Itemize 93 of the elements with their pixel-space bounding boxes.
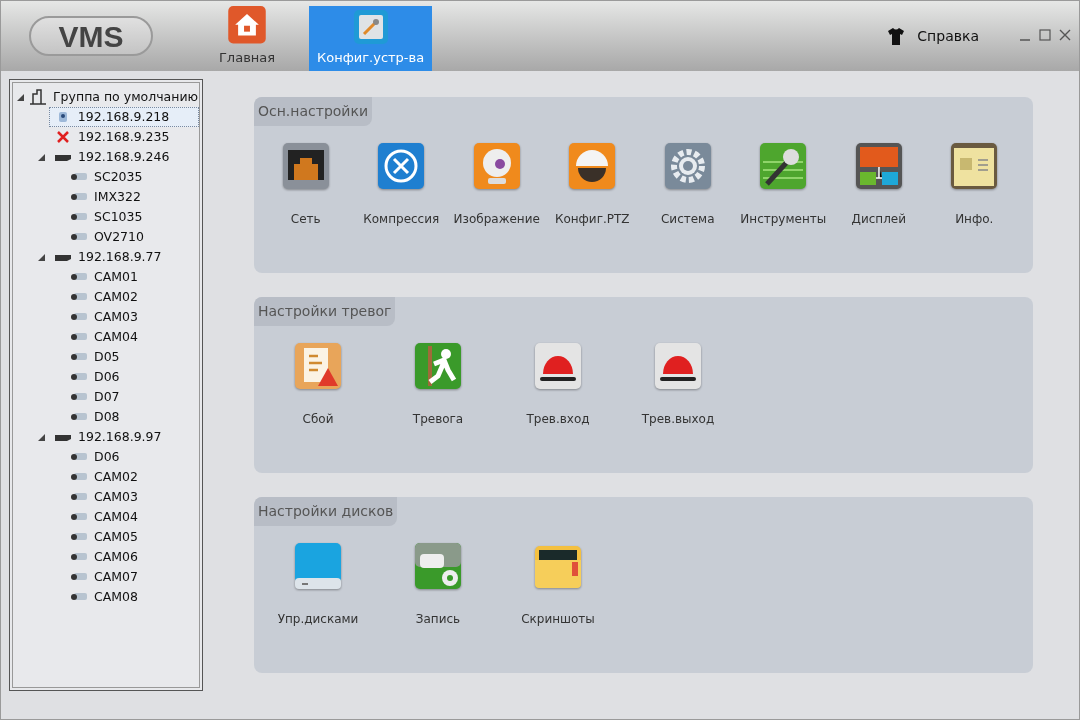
- settings-tile[interactable]: Скриншоты: [498, 542, 618, 628]
- tree-item[interactable]: OV2710: [65, 227, 149, 247]
- expander-icon[interactable]: [17, 93, 24, 101]
- dome-camera-icon: [568, 142, 617, 190]
- settings-tile[interactable]: Сбой: [258, 342, 378, 428]
- camera-icon: [71, 272, 87, 282]
- camera-icon: [71, 512, 87, 522]
- tree-item[interactable]: D06: [65, 367, 125, 387]
- tree-item[interactable]: SC2035: [65, 167, 148, 187]
- camera-icon: [71, 172, 87, 182]
- settings-tile[interactable]: Упр.дисками: [258, 542, 378, 628]
- webcam-icon: [472, 142, 521, 190]
- tree-item[interactable]: CAM08: [65, 587, 143, 607]
- tree-item[interactable]: CAM03: [65, 487, 143, 507]
- camera-icon: [71, 372, 87, 382]
- gear-icon: [663, 142, 712, 190]
- shirt-icon: [887, 27, 906, 45]
- building-icon: [29, 89, 47, 105]
- vms-logo: VMS: [29, 16, 153, 56]
- camera-icon: [71, 292, 87, 302]
- tree-item[interactable]: CAM02: [65, 287, 143, 307]
- settings-tile[interactable]: Конфиг.PTZ: [544, 142, 640, 228]
- camera-icon: [71, 492, 87, 502]
- tree-item[interactable]: D06: [65, 447, 125, 467]
- tree-item[interactable]: SC1035: [65, 207, 148, 227]
- tree-item[interactable]: 192.168.9.218: [48, 107, 199, 127]
- tree-item[interactable]: 192.168.9.246: [49, 147, 175, 167]
- close-icon[interactable]: [1059, 29, 1071, 41]
- tree-item[interactable]: 192.168.9.97: [49, 427, 167, 447]
- camera-icon: [71, 592, 87, 602]
- camera-icon: [71, 312, 87, 322]
- tree-item[interactable]: CAM02: [65, 467, 143, 487]
- settings-tile[interactable]: Изображение: [449, 142, 545, 228]
- section-title: Настройки тревог: [254, 297, 396, 326]
- device-icon: [56, 111, 69, 123]
- config-icon: [353, 9, 388, 44]
- settings-tile[interactable]: Запись: [378, 542, 498, 628]
- expander-icon[interactable]: [37, 153, 45, 161]
- camera-icon: [71, 552, 87, 562]
- recorder-icon: [55, 153, 71, 161]
- tree-item[interactable]: CAM04: [65, 507, 143, 527]
- house-icon: [228, 6, 266, 44]
- section-title: Осн.настройки: [254, 97, 372, 126]
- expander-icon[interactable]: [37, 253, 45, 261]
- layout-icon: [854, 142, 903, 190]
- camera-icon: [71, 412, 87, 422]
- recorder-icon: [55, 253, 71, 261]
- help-button[interactable]: Справка: [887, 25, 979, 47]
- siren-icon: [534, 342, 582, 390]
- tree-item[interactable]: 192.168.9.235: [49, 127, 175, 147]
- camera-icon: [71, 572, 87, 582]
- settings-tile[interactable]: Дисплей: [831, 142, 927, 228]
- settings-tile[interactable]: Трев.выход: [618, 342, 738, 428]
- camera-icon: [71, 532, 87, 542]
- tree-item[interactable]: CAM07: [65, 567, 143, 587]
- section-title: Настройки дисков: [254, 497, 398, 526]
- settings-tile[interactable]: Трев.вход: [498, 342, 618, 428]
- camera-icon: [71, 232, 87, 242]
- ethernet-port-icon: [281, 142, 330, 190]
- tree-item[interactable]: IMX322: [65, 187, 146, 207]
- running-person-icon: [414, 342, 462, 390]
- settings-tile[interactable]: Система: [640, 142, 736, 228]
- settings-tile[interactable]: Тревога: [378, 342, 498, 428]
- tree-item[interactable]: Группа по умолчанию: [24, 87, 204, 107]
- fault-report-icon: [294, 342, 342, 390]
- tree-item[interactable]: D05: [65, 347, 125, 367]
- recorder-icon: [55, 433, 71, 441]
- camera-icon: [71, 452, 87, 462]
- maximize-icon[interactable]: [1039, 29, 1051, 41]
- offline-icon: [56, 130, 70, 144]
- camera-icon: [71, 352, 87, 362]
- document-icon: [950, 142, 999, 190]
- settings-tile[interactable]: Сеть: [258, 142, 354, 228]
- tree-item[interactable]: 192.168.9.77: [49, 247, 167, 267]
- tree-item[interactable]: D07: [65, 387, 125, 407]
- expander-icon[interactable]: [37, 433, 45, 441]
- camera-icon: [71, 332, 87, 342]
- camera-icon: [71, 472, 87, 482]
- camera-icon: [71, 212, 87, 222]
- tree-item[interactable]: CAM06: [65, 547, 143, 567]
- tree-item[interactable]: CAM05: [65, 527, 143, 547]
- hard-drive-icon: [294, 542, 342, 590]
- camera-icon: [71, 392, 87, 402]
- tree-item[interactable]: CAM01: [65, 267, 143, 287]
- tree-item[interactable]: CAM03: [65, 307, 143, 327]
- siren-icon: [654, 342, 702, 390]
- tree-item[interactable]: CAM04: [65, 327, 143, 347]
- settings-tile[interactable]: Компрессия: [353, 142, 449, 228]
- settings-tile[interactable]: Инструменты: [735, 142, 831, 228]
- camera-icon: [71, 192, 87, 202]
- nav-tab[interactable]: Главная: [201, 6, 293, 71]
- settings-tile[interactable]: Инфо.: [926, 142, 1022, 228]
- tree-item[interactable]: D08: [65, 407, 125, 427]
